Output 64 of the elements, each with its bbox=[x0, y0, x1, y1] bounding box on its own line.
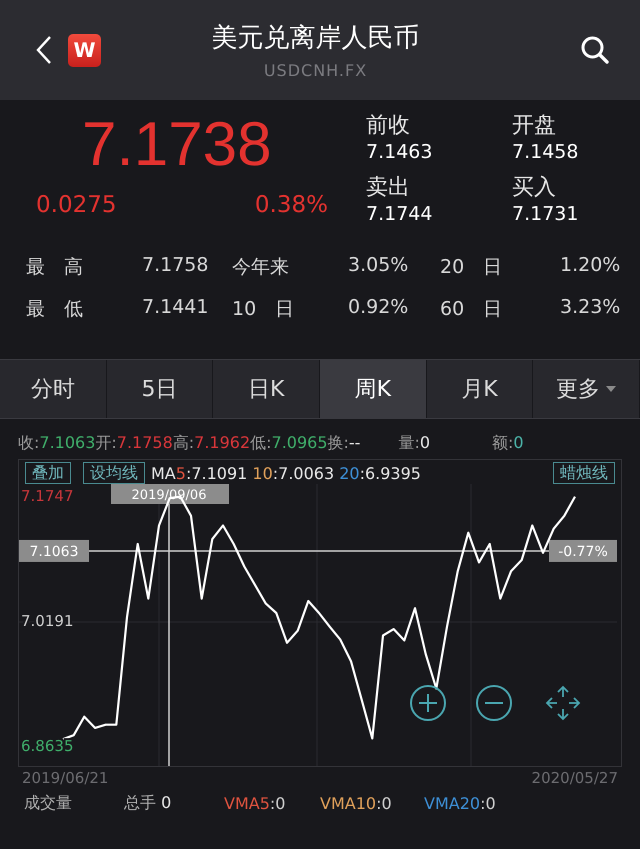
quote-value: 7.1458 bbox=[512, 140, 580, 164]
overlay-button[interactable]: 叠加 bbox=[25, 462, 71, 484]
stat-value: 7.1758 bbox=[142, 254, 210, 278]
axis-label: 6.8635 bbox=[21, 737, 74, 755]
period-tab[interactable]: 周K bbox=[320, 360, 427, 418]
app-logo: W bbox=[68, 34, 101, 66]
stat-value: 3.05% bbox=[348, 254, 410, 278]
quote-value: 7.1731 bbox=[512, 202, 580, 226]
axis-label: 7.1747 bbox=[21, 487, 74, 505]
symbol-code: USDCNH.FX bbox=[264, 61, 368, 80]
quote-label: 开盘 bbox=[512, 112, 557, 140]
stat-label: 20 日 bbox=[440, 255, 504, 280]
zoom-in-button[interactable] bbox=[409, 684, 447, 722]
quote-value: 7.1744 bbox=[366, 202, 434, 226]
axis-label: 7.0191 bbox=[21, 612, 74, 630]
date-label: 2020/05/27 bbox=[532, 769, 618, 787]
vma-value: VMA10:0 bbox=[320, 794, 393, 813]
period-tab[interactable]: 更多 bbox=[533, 360, 640, 418]
vma-value: VMA20:0 bbox=[424, 794, 497, 813]
price-change: 0.0275 bbox=[36, 192, 116, 218]
stat-label: 最 低 bbox=[26, 297, 84, 322]
ma-legend: MA5:7.1091 10:7.0063 20:6.9395 bbox=[151, 464, 421, 482]
vma-value: VMA5:0 bbox=[224, 794, 286, 813]
plus-icon bbox=[409, 684, 447, 722]
stat-label: 10 日 bbox=[232, 297, 296, 322]
ohlc-item: 收:7.1063 bbox=[18, 433, 96, 454]
total-volume: 总手 0 bbox=[124, 793, 172, 814]
candlestick-button[interactable]: 蜡烛线 bbox=[553, 462, 615, 484]
ohlc-item: 低:7.0965 bbox=[250, 433, 328, 454]
period-tab[interactable]: 分时 bbox=[0, 360, 107, 418]
stat-value: 0.92% bbox=[348, 296, 410, 320]
move-arrows-icon bbox=[545, 685, 581, 721]
date-tag: 2019/09/06 bbox=[111, 484, 229, 504]
ohlc-item: 开:7.1758 bbox=[95, 433, 173, 454]
stat-label: 最 高 bbox=[26, 255, 84, 280]
stat-value: 7.1441 bbox=[142, 296, 210, 320]
quote-label: 卖出 bbox=[366, 174, 411, 202]
stat-label: 今年来 bbox=[232, 255, 290, 280]
quote-value: 7.1463 bbox=[366, 140, 434, 164]
quote-label: 前收 bbox=[366, 112, 411, 140]
volume-title: 成交量 bbox=[24, 793, 73, 814]
period-tab[interactable]: 月K bbox=[426, 360, 534, 418]
stat-value: 3.23% bbox=[560, 296, 622, 320]
minus-icon bbox=[475, 684, 513, 722]
stat-label: 60 日 bbox=[440, 297, 504, 322]
price-tag: 7.1063 bbox=[19, 540, 89, 562]
page-title: 美元兑离岸人民币 bbox=[212, 22, 420, 55]
change-tag: -0.77% bbox=[549, 540, 617, 562]
zoom-out-button[interactable] bbox=[475, 684, 513, 722]
ohlc-item: 高:7.1962 bbox=[172, 433, 250, 454]
ma-settings-button[interactable]: 设均线 bbox=[83, 462, 145, 484]
quote-label: 买入 bbox=[512, 174, 557, 202]
percent-change: 0.38% bbox=[254, 192, 328, 218]
pan-button[interactable] bbox=[545, 685, 581, 721]
back-icon[interactable] bbox=[36, 35, 52, 65]
period-tab[interactable]: 5日 bbox=[106, 360, 214, 418]
last-price: 7.1738 bbox=[81, 114, 273, 176]
ohlc-item: 换:-- bbox=[328, 433, 360, 454]
ohlc-item: 额:0 bbox=[492, 433, 524, 454]
search-icon[interactable] bbox=[580, 35, 610, 65]
stat-value: 1.20% bbox=[560, 254, 622, 278]
date-label: 2019/06/21 bbox=[22, 769, 108, 787]
ref-line-label: 7.1063 bbox=[30, 544, 78, 560]
ohlc-item: 量:0 bbox=[398, 433, 430, 454]
